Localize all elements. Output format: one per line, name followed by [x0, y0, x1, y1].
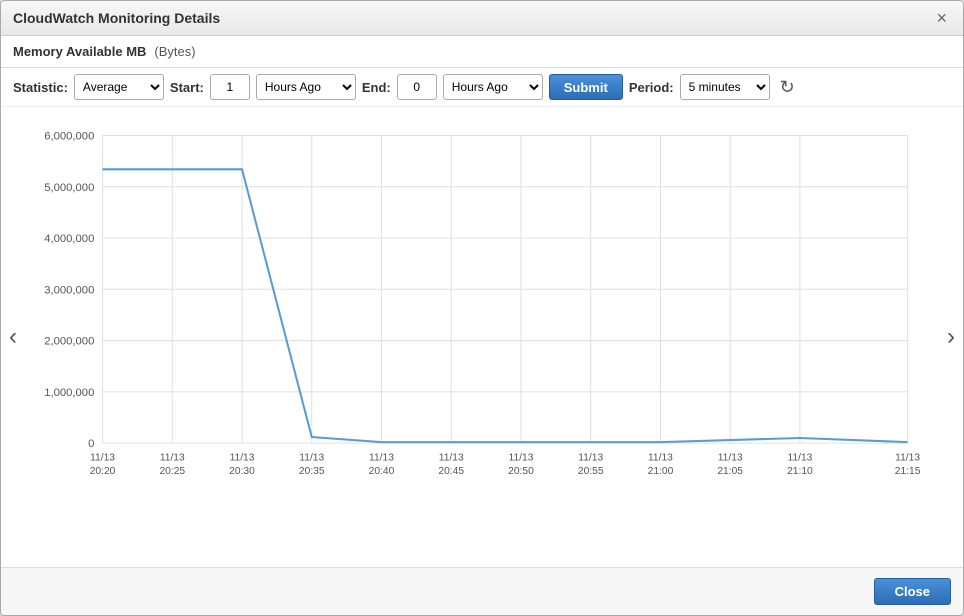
svg-text:21:15: 21:15 — [895, 466, 921, 477]
svg-text:5,000,000: 5,000,000 — [44, 182, 94, 194]
metric-unit: (Bytes) — [154, 44, 195, 59]
svg-text:0: 0 — [88, 438, 94, 450]
start-input[interactable]: 1 — [210, 74, 250, 100]
chart-area: ‹ › 6,000,000 5,000,000 4,000,000 3,000,… — [1, 107, 963, 567]
svg-text:3,000,000: 3,000,000 — [44, 284, 94, 296]
end-label: End: — [362, 80, 391, 95]
svg-text:6,000,000: 6,000,000 — [44, 131, 94, 143]
period-label: Period: — [629, 80, 674, 95]
svg-text:20:25: 20:25 — [159, 466, 185, 477]
modal-close-x-button[interactable]: × — [932, 9, 951, 27]
svg-text:20:30: 20:30 — [229, 466, 255, 477]
modal-title: CloudWatch Monitoring Details — [13, 10, 220, 26]
svg-text:20:50: 20:50 — [508, 466, 534, 477]
metric-name: Memory Available MB — [13, 44, 146, 59]
svg-text:11/13: 11/13 — [787, 453, 812, 464]
cloudwatch-modal: CloudWatch Monitoring Details × Memory A… — [0, 0, 964, 616]
refresh-button[interactable]: ↻ — [776, 77, 799, 98]
chart-prev-button[interactable]: ‹ — [1, 319, 25, 355]
submit-button[interactable]: Submit — [549, 74, 623, 100]
chart-svg: 6,000,000 5,000,000 4,000,000 3,000,000 … — [41, 117, 923, 517]
svg-text:2,000,000: 2,000,000 — [44, 336, 94, 348]
svg-text:11/13: 11/13 — [578, 453, 603, 464]
end-hours-select[interactable]: Hours Ago Days Ago Minutes Ago — [443, 74, 543, 100]
svg-text:21:05: 21:05 — [717, 466, 743, 477]
period-select[interactable]: 1 minute 5 minutes 15 minutes 1 hour 6 h… — [680, 74, 770, 100]
statistic-select[interactable]: Average Sum Minimum Maximum SampleCount — [74, 74, 164, 100]
svg-text:21:00: 21:00 — [648, 466, 674, 477]
svg-text:20:55: 20:55 — [578, 466, 604, 477]
svg-text:11/13: 11/13 — [439, 453, 464, 464]
close-button[interactable]: Close — [874, 578, 951, 605]
modal-footer: Close — [1, 567, 963, 615]
svg-text:11/13: 11/13 — [369, 453, 394, 464]
svg-text:11/13: 11/13 — [648, 453, 673, 464]
svg-text:11/13: 11/13 — [160, 453, 185, 464]
chart-container: 6,000,000 5,000,000 4,000,000 3,000,000 … — [41, 117, 923, 517]
controls-row: Statistic: Average Sum Minimum Maximum S… — [1, 68, 963, 107]
start-label: Start: — [170, 80, 204, 95]
svg-text:11/13: 11/13 — [90, 453, 115, 464]
end-input[interactable]: 0 — [397, 74, 437, 100]
chart-next-button[interactable]: › — [939, 319, 963, 355]
svg-text:20:40: 20:40 — [369, 466, 395, 477]
svg-text:1,000,000: 1,000,000 — [44, 387, 94, 399]
svg-text:4,000,000: 4,000,000 — [44, 233, 94, 245]
svg-text:20:20: 20:20 — [90, 466, 116, 477]
start-hours-select[interactable]: Hours Ago Days Ago Minutes Ago — [256, 74, 356, 100]
svg-text:11/13: 11/13 — [895, 453, 920, 464]
svg-text:11/13: 11/13 — [509, 453, 534, 464]
svg-text:11/13: 11/13 — [299, 453, 324, 464]
svg-text:20:45: 20:45 — [438, 466, 464, 477]
statistic-label: Statistic: — [13, 80, 68, 95]
svg-text:20:35: 20:35 — [299, 466, 325, 477]
svg-text:11/13: 11/13 — [718, 453, 743, 464]
metric-label-bar: Memory Available MB (Bytes) — [1, 36, 963, 68]
modal-header: CloudWatch Monitoring Details × — [1, 1, 963, 36]
svg-text:11/13: 11/13 — [230, 453, 255, 464]
svg-text:21:10: 21:10 — [787, 466, 813, 477]
